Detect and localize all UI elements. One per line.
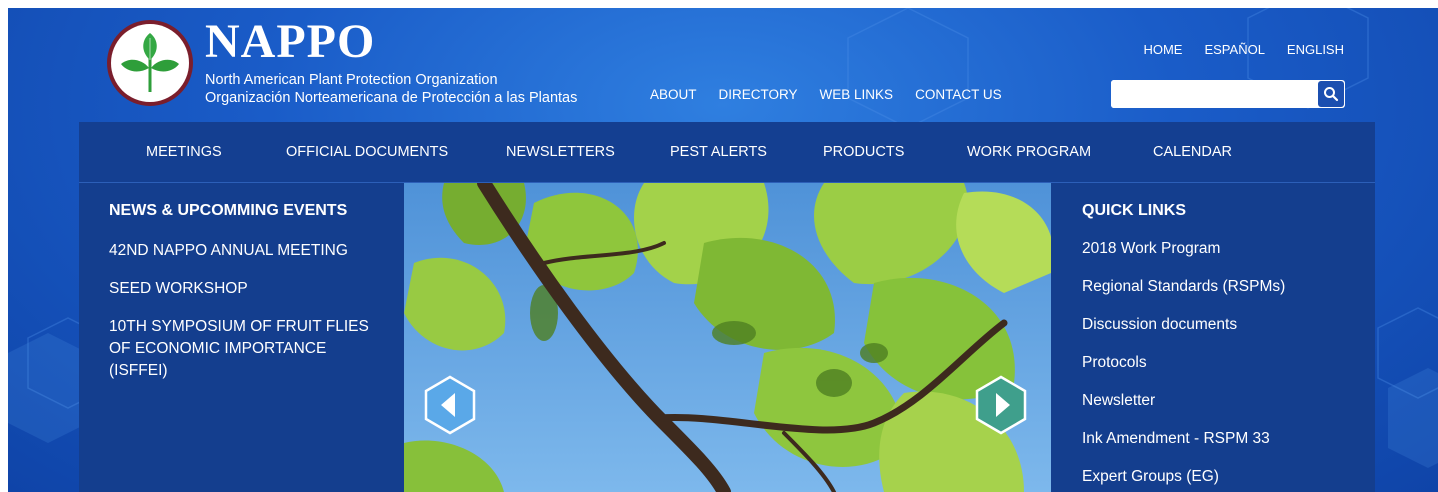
nav-newsletters[interactable]: NEWSLETTERS <box>506 122 615 182</box>
quick-links-heading: QUICK LINKS <box>1082 202 1186 219</box>
quick-link[interactable]: Protocols <box>1082 353 1362 391</box>
plant-leaves-icon <box>121 33 179 92</box>
quick-link[interactable]: Regional Standards (RSPMs) <box>1082 277 1362 315</box>
espanol-link[interactable]: ESPAÑOL <box>1204 42 1264 57</box>
directory-link[interactable]: DIRECTORY <box>719 87 798 102</box>
quick-link[interactable]: Discussion documents <box>1082 315 1362 353</box>
home-link[interactable]: HOME <box>1143 42 1182 57</box>
search-button[interactable] <box>1318 81 1344 107</box>
main-nav: MEETINGS OFFICIAL DOCUMENTS NEWSLETTERS … <box>79 122 1375 183</box>
nav-meetings[interactable]: MEETINGS <box>146 122 222 182</box>
nav-official-documents[interactable]: OFFICIAL DOCUMENTS <box>286 122 448 182</box>
content-area: NEWS & UPCOMMING EVENTS 42ND NAPPO ANNUA… <box>79 183 1375 492</box>
quick-link[interactable]: 2018 Work Program <box>1082 239 1362 277</box>
brand-name[interactable]: NAPPO <box>205 18 375 66</box>
english-link[interactable]: ENGLISH <box>1287 42 1344 57</box>
news-panel: NEWS & UPCOMMING EVENTS 42ND NAPPO ANNUA… <box>109 202 389 398</box>
slide-image-grape-leaves <box>404 183 1051 492</box>
search-icon <box>1324 87 1339 102</box>
nav-products[interactable]: PRODUCTS <box>823 122 904 182</box>
secondary-nav: ABOUT DIRECTORY WEB LINKS CONTACT US <box>650 87 1002 102</box>
nav-work-program[interactable]: WORK PROGRAM <box>967 122 1091 182</box>
slider-next-icon[interactable] <box>975 375 1027 435</box>
image-slider[interactable] <box>404 183 1051 492</box>
quick-link[interactable]: Newsletter <box>1082 391 1362 429</box>
page-frame: NAPPO North American Plant Protection Or… <box>8 8 1438 492</box>
news-item[interactable]: 10TH SYMPOSIUM OF FRUIT FLIES OF ECONOMI… <box>109 316 389 382</box>
news-item[interactable]: SEED WORKSHOP <box>109 278 389 300</box>
web-links-link[interactable]: WEB LINKS <box>820 87 894 102</box>
about-link[interactable]: ABOUT <box>650 87 697 102</box>
brand-subtitle-en: North American Plant Protection Organiza… <box>205 72 498 88</box>
nav-pest-alerts[interactable]: PEST ALERTS <box>670 122 767 182</box>
quick-link[interactable]: Ink Amendment - RSPM 33 <box>1082 429 1362 467</box>
quick-link[interactable]: Expert Groups (EG) <box>1082 467 1362 492</box>
nav-calendar[interactable]: CALENDAR <box>1153 122 1232 182</box>
news-item[interactable]: 42ND NAPPO ANNUAL MEETING <box>109 240 389 262</box>
utility-nav: HOME ESPAÑOL ENGLISH <box>1143 42 1344 57</box>
brand-subtitle-es: Organización Norteamericana de Protecció… <box>205 90 578 106</box>
news-heading: NEWS & UPCOMMING EVENTS <box>109 202 348 219</box>
nappo-logo[interactable] <box>107 20 193 106</box>
contact-us-link[interactable]: CONTACT US <box>915 87 1002 102</box>
quick-links-panel: QUICK LINKS 2018 Work Program Regional S… <box>1082 202 1362 492</box>
search-box <box>1111 80 1345 108</box>
slider-prev-icon[interactable] <box>424 375 476 435</box>
search-input[interactable] <box>1111 80 1317 108</box>
